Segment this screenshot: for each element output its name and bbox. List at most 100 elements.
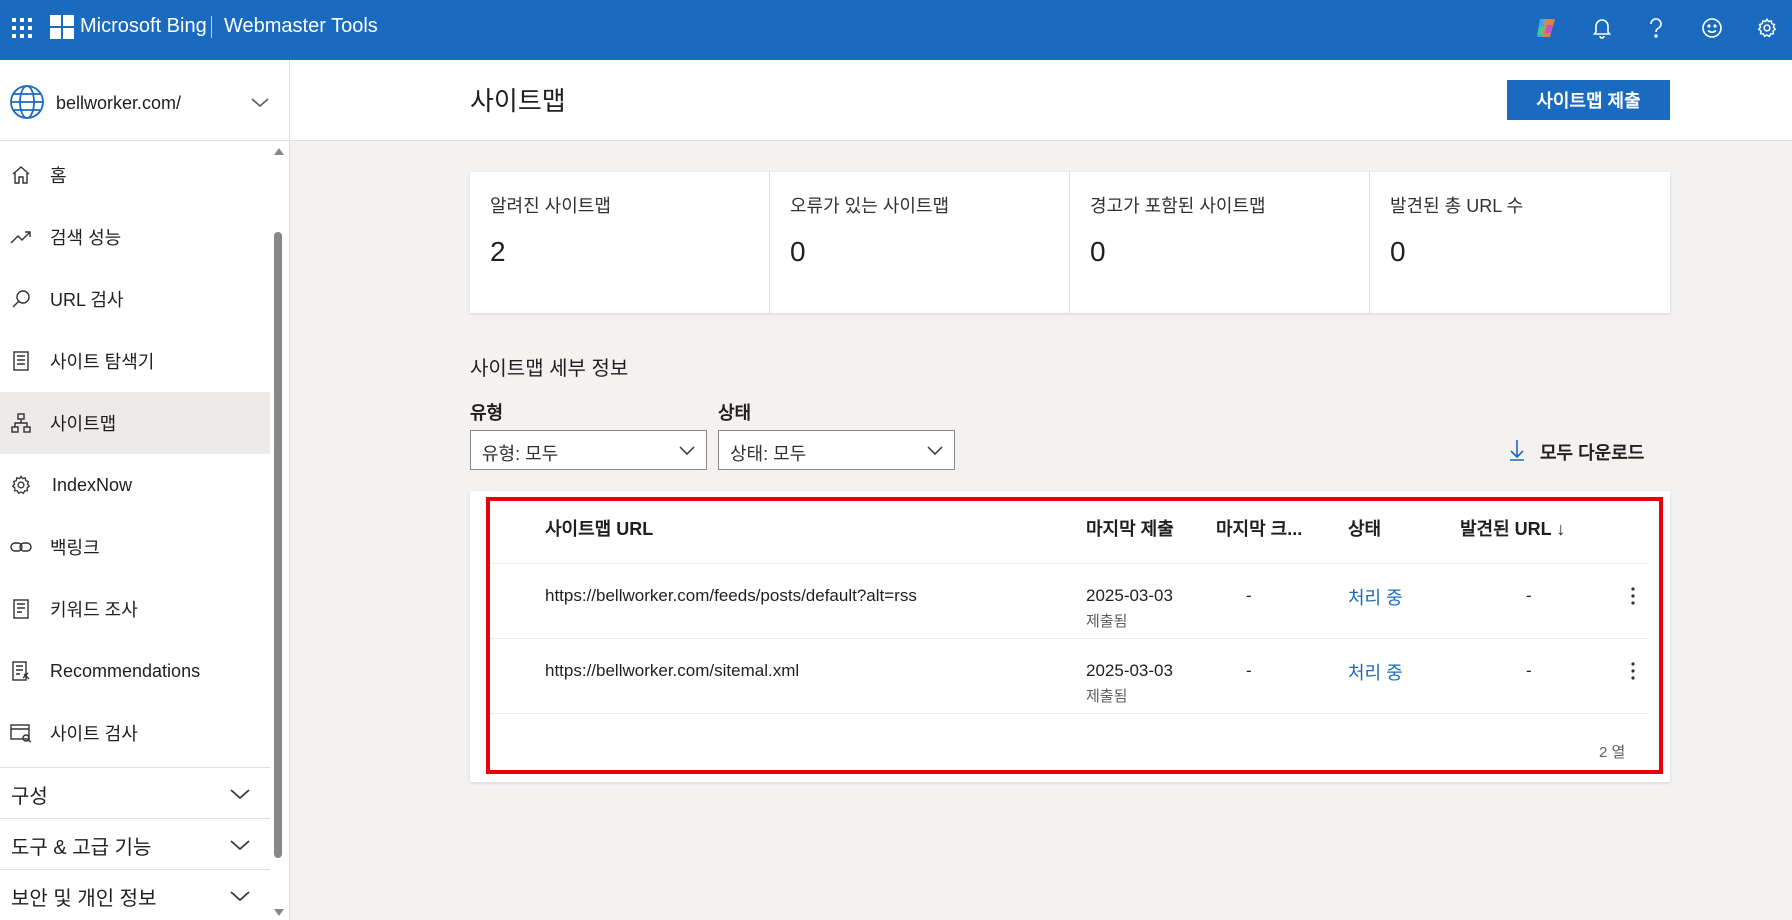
sidebar-item-backlinks[interactable]: 백링크: [0, 516, 270, 578]
card-label: 발견된 총 URL 수: [1390, 196, 1524, 216]
section-title: 사이트맵 세부 정보: [470, 358, 629, 380]
more-options-icon[interactable]: [1623, 658, 1643, 684]
table-row[interactable]: https://bellworker.com/feeds/posts/defau…: [490, 563, 1648, 638]
sidebar-item-site-explorer[interactable]: 사이트 탐색기: [0, 330, 270, 392]
gear-icon: [10, 474, 32, 496]
search-icon: [10, 288, 32, 310]
sidebar-item-sitemaps[interactable]: 사이트맵: [0, 392, 270, 454]
column-header-discovered-urls[interactable]: 발견된 URL ↓: [1460, 515, 1565, 541]
sidebar-item-label: 사이트맵: [50, 414, 117, 434]
last-submitted-date: 2025-03-03: [1086, 586, 1173, 605]
clipboard-icon: [10, 660, 32, 682]
column-header-sitemap-url[interactable]: 사이트맵 URL: [545, 515, 653, 541]
microsoft-logo-icon: [50, 15, 74, 39]
status-filter-dropdown[interactable]: 상태: 모두: [718, 430, 955, 470]
brand-name[interactable]: Microsoft Bing: [80, 15, 207, 38]
card-value: 0: [1090, 236, 1106, 267]
sidebar-item-search-performance[interactable]: 검색 성능: [0, 206, 270, 268]
sidebar-item-indexnow[interactable]: IndexNow: [0, 454, 270, 516]
status-filter-label: 상태: [718, 403, 752, 423]
column-header-last-submitted[interactable]: 마지막 제출: [1086, 515, 1174, 541]
bell-icon[interactable]: [1587, 13, 1617, 43]
sidebar-item-label: 백링크: [50, 538, 100, 558]
summary-card-sitemaps-with-errors: 오류가 있는 사이트맵 0: [770, 172, 1070, 313]
gear-icon[interactable]: [1752, 13, 1782, 43]
scroll-thumb[interactable]: [274, 232, 282, 858]
sidebar-item-site-scan[interactable]: 사이트 검사: [0, 702, 270, 764]
globe-icon: [10, 85, 44, 119]
card-label: 경고가 포함된 사이트맵: [1090, 196, 1266, 216]
top-bar: Microsoft Bing Webmaster Tools: [0, 0, 1792, 60]
summary-cards: 알려진 사이트맵 2 오류가 있는 사이트맵 0 경고가 포함된 사이트맵 0 …: [470, 172, 1670, 313]
document-icon: [10, 598, 32, 620]
type-filter-dropdown[interactable]: 유형: 모두: [470, 430, 707, 470]
chevron-down-icon: [927, 446, 943, 456]
chevron-down-icon: [679, 446, 695, 456]
summary-card-sitemaps-with-warnings: 경고가 포함된 사이트맵 0: [1070, 172, 1370, 313]
last-submitted-date: 2025-03-03: [1086, 661, 1173, 680]
sidebar-group-configuration[interactable]: 구성: [0, 767, 270, 817]
help-icon[interactable]: [1641, 13, 1671, 43]
sidebar: bellworker.com/ 홈 검색 성능 URL 검사 사이트 탐색기 사…: [0, 60, 290, 920]
sitemap-icon: [10, 412, 32, 434]
sidebar-item-label: 사이트 검사: [50, 724, 138, 744]
sidebar-item-keyword-research[interactable]: 키워드 조사: [0, 578, 270, 640]
download-icon: [1510, 440, 1524, 461]
card-value: 2: [490, 236, 506, 267]
sidebar-item-label: IndexNow: [52, 474, 133, 495]
sidebar-scrollbar[interactable]: [270, 148, 286, 920]
smiley-icon[interactable]: [1697, 13, 1727, 43]
trend-icon: [10, 226, 32, 248]
card-label: 오류가 있는 사이트맵: [790, 196, 950, 216]
status-link[interactable]: 처리 중: [1348, 584, 1403, 610]
submit-sitemap-button[interactable]: 사이트맵 제출: [1507, 80, 1670, 120]
home-icon: [10, 164, 32, 186]
waffle-icon[interactable]: [10, 16, 32, 38]
chevron-down-icon: [251, 98, 269, 108]
page-title: 사이트맵: [470, 86, 566, 116]
sidebar-item-label: 사이트 탐색기: [50, 352, 155, 372]
discovered-urls: -: [1526, 661, 1532, 680]
column-header-last-crawled[interactable]: 마지막 크...: [1216, 515, 1302, 541]
product-name[interactable]: Webmaster Tools: [224, 15, 378, 38]
chevron-down-icon: [230, 789, 250, 800]
chevron-down-icon: [230, 840, 250, 851]
sidebar-item-url-inspection[interactable]: URL 검사: [0, 268, 270, 330]
summary-card-known-sitemaps: 알려진 사이트맵 2: [470, 172, 770, 313]
copilot-icon[interactable]: [1531, 13, 1561, 43]
sidebar-item-label: 검색 성능: [50, 228, 122, 248]
site-picker[interactable]: bellworker.com/: [0, 60, 289, 141]
discovered-urls: -: [1526, 586, 1532, 605]
sidebar-group-tools[interactable]: 도구 & 고급 기능: [0, 818, 270, 868]
scroll-up-arrow-icon[interactable]: [274, 148, 284, 155]
sidebar-item-label: URL 검사: [50, 290, 124, 310]
brand-divider: [211, 16, 212, 38]
link-icon: [10, 536, 32, 558]
sidebar-group-label: 구성: [11, 786, 48, 808]
sidebar-item-recommendations[interactable]: Recommendations: [0, 640, 270, 702]
sidebar-group-label: 보안 및 개인 정보: [11, 888, 157, 910]
column-header-status[interactable]: 상태: [1348, 515, 1381, 541]
summary-card-total-urls: 발견된 총 URL 수 0: [1370, 172, 1670, 313]
chevron-down-icon: [230, 891, 250, 902]
page-header: 사이트맵 사이트맵 제출: [290, 60, 1792, 141]
sitemaps-table: 사이트맵 URL 마지막 제출 마지막 크... 상태 발견된 URL ↓ ht…: [470, 491, 1670, 782]
scan-icon: [10, 722, 32, 744]
sidebar-item-label: 홈: [50, 166, 67, 186]
card-label: 알려진 사이트맵: [490, 196, 611, 216]
scroll-down-arrow-icon[interactable]: [274, 909, 284, 916]
type-filter-label: 유형: [470, 403, 504, 423]
sidebar-group-label: 도구 & 고급 기능: [11, 837, 152, 859]
more-options-icon[interactable]: [1623, 583, 1643, 609]
document-icon: [10, 350, 32, 372]
sitemap-url[interactable]: https://bellworker.com/feeds/posts/defau…: [545, 586, 917, 606]
site-name: bellworker.com/: [56, 93, 182, 113]
sidebar-group-security[interactable]: 보안 및 개인 정보: [0, 869, 270, 919]
dropdown-value: 상태: 모두: [730, 444, 807, 464]
last-crawled: -: [1246, 586, 1252, 605]
submitted-note: 제출됨: [1086, 688, 1128, 705]
sidebar-item-home[interactable]: 홈: [0, 144, 270, 206]
status-link[interactable]: 처리 중: [1348, 659, 1403, 685]
table-row[interactable]: https://bellworker.com/sitemal.xml 2025-…: [490, 638, 1648, 713]
sitemap-url[interactable]: https://bellworker.com/sitemal.xml: [545, 661, 799, 681]
